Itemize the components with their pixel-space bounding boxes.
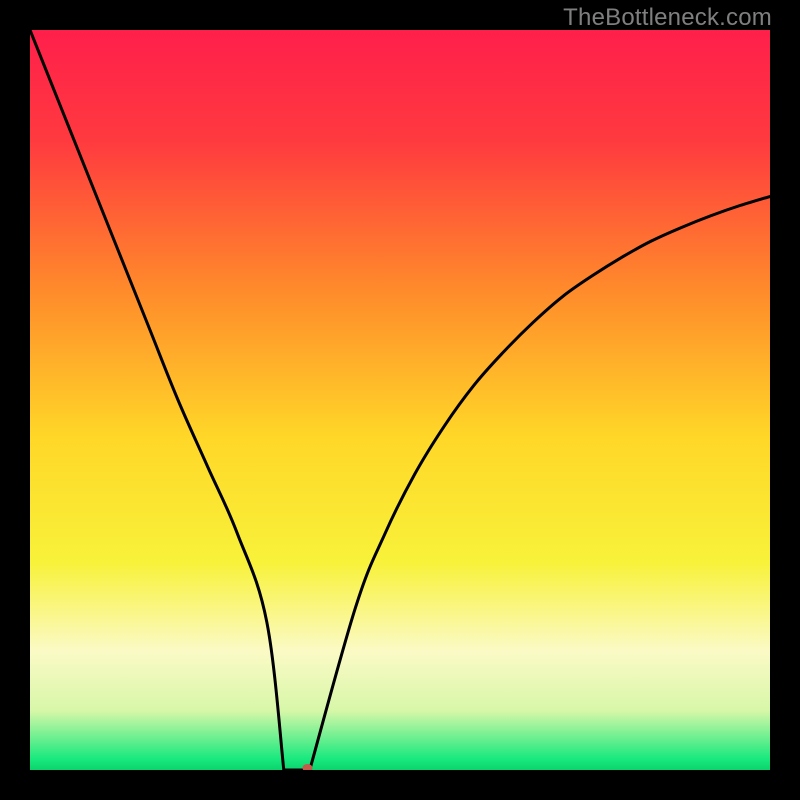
watermark-text: TheBottleneck.com	[563, 4, 772, 32]
gradient-background	[30, 30, 770, 770]
chart-svg	[30, 30, 770, 770]
chart-area	[30, 30, 770, 770]
